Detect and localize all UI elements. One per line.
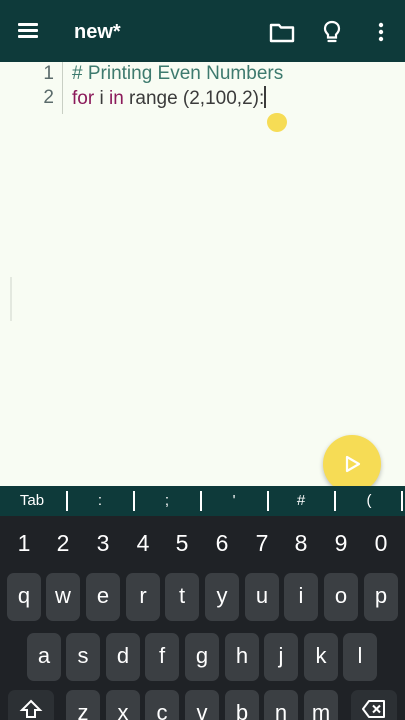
number-key[interactable]: 1	[4, 526, 44, 560]
code-token-comment: # Printing Even Numbers	[72, 63, 284, 84]
code-token-keyword: in	[108, 88, 124, 109]
code-editor[interactable]: 1 # Printing Even Numbers 2 for i in range …	[0, 62, 405, 486]
letter-key[interactable]: t	[165, 573, 199, 621]
number-key[interactable]: 0	[361, 526, 401, 560]
letter-key[interactable]: x	[106, 690, 140, 720]
number-key[interactable]: 8	[281, 526, 321, 560]
letter-key[interactable]: l	[343, 633, 377, 681]
shift-icon	[19, 699, 43, 718]
text-cursor-handle[interactable]	[266, 109, 288, 133]
letter-key[interactable]: m	[304, 690, 338, 720]
letter-key[interactable]: v	[185, 690, 219, 720]
line-number: 1	[43, 63, 54, 84]
letter-key[interactable]: z	[66, 690, 100, 720]
number-key[interactable]: 2	[43, 526, 83, 560]
letter-key[interactable]: f	[145, 633, 179, 681]
symbol-divider	[133, 491, 135, 511]
letter-key[interactable]: b	[225, 690, 259, 720]
letter-key[interactable]: a	[27, 633, 61, 681]
symbol-key[interactable]: #	[271, 486, 331, 516]
code-token-plain: i	[94, 88, 109, 109]
soft-keyboard: 1234567890 qwertyuiop asdfghjkl zxcvbnm	[0, 516, 405, 720]
symbol-key[interactable]: Tab	[2, 486, 62, 516]
letter-key[interactable]: q	[7, 573, 41, 621]
number-key[interactable]: 4	[123, 526, 163, 560]
app-toolbar: new*	[0, 0, 405, 62]
letter-key[interactable]: u	[245, 573, 279, 621]
lightbulb-icon[interactable]	[317, 17, 347, 47]
menu-icon[interactable]	[14, 18, 42, 44]
letter-key[interactable]: y	[205, 573, 239, 621]
letter-key[interactable]: n	[264, 690, 298, 720]
letter-key[interactable]: o	[324, 573, 358, 621]
symbol-divider	[200, 491, 202, 511]
symbol-divider	[267, 491, 269, 511]
letter-key[interactable]: k	[304, 633, 338, 681]
symbol-key[interactable]: (	[339, 486, 399, 516]
shift-key[interactable]	[8, 690, 54, 720]
code-token-keyword: for	[72, 88, 95, 109]
number-key[interactable]: 5	[162, 526, 202, 560]
symbol-key[interactable]: :	[70, 486, 130, 516]
symbol-divider	[401, 491, 403, 511]
line-number: 2	[43, 87, 54, 108]
letter-key[interactable]: p	[364, 573, 398, 621]
symbol-key[interactable]: '	[204, 486, 264, 516]
letter-key[interactable]: c	[145, 690, 179, 720]
app-root: new* 1 # Printing Even Numbers 2 for i i…	[0, 0, 405, 720]
letter-key[interactable]: e	[86, 573, 120, 621]
line-code: for i in range (2,100,2):	[72, 86, 266, 111]
edge-scroll-hint	[10, 277, 12, 321]
number-key[interactable]: 6	[202, 526, 242, 560]
code-line[interactable]: 2 for i in range (2,100,2):	[0, 86, 405, 110]
letter-key[interactable]: g	[185, 633, 219, 681]
letter-key[interactable]: w	[46, 573, 80, 621]
line-code: # Printing Even Numbers	[72, 62, 283, 86]
number-key[interactable]: 7	[242, 526, 282, 560]
backspace-key[interactable]	[351, 690, 397, 720]
code-line[interactable]: 1 # Printing Even Numbers	[0, 62, 405, 86]
letter-key[interactable]: d	[106, 633, 140, 681]
run-button[interactable]	[323, 435, 381, 493]
letter-key[interactable]: s	[66, 633, 100, 681]
more-vert-icon[interactable]	[366, 17, 396, 47]
number-key[interactable]: 9	[321, 526, 361, 560]
symbol-divider	[66, 491, 68, 511]
symbol-divider	[334, 491, 336, 511]
number-key[interactable]: 3	[83, 526, 123, 560]
text-cursor	[264, 86, 266, 108]
letter-key[interactable]: r	[126, 573, 160, 621]
symbol-key[interactable]: ;	[137, 486, 197, 516]
code-token-plain: range (2,100,2):	[123, 88, 265, 109]
letter-key[interactable]: j	[264, 633, 298, 681]
letter-key[interactable]: h	[225, 633, 259, 681]
backspace-icon	[362, 700, 385, 718]
letter-key[interactable]: i	[284, 573, 318, 621]
symbol-bar: Tab:; ' # (	[0, 486, 405, 516]
play-icon	[345, 455, 361, 473]
file-title: new*	[74, 21, 121, 43]
folder-icon[interactable]	[267, 17, 297, 47]
